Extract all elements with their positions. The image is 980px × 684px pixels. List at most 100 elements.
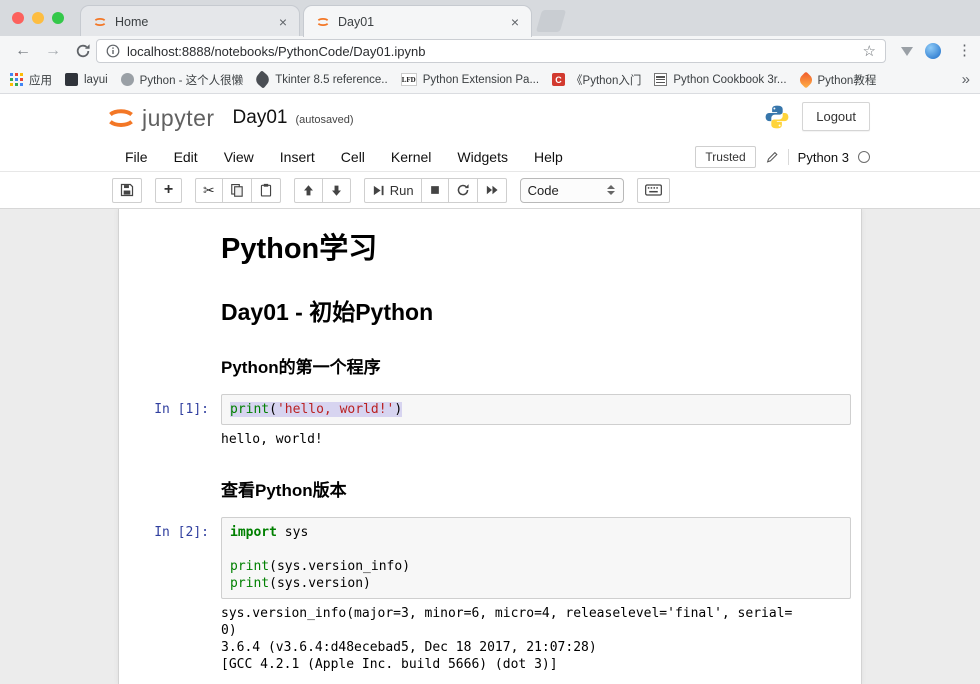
bookmark-python-intro[interactable]: C 《Python入门 (552, 72, 641, 88)
reload-icon[interactable] (72, 43, 94, 66)
code-token: 'hello, world!' (277, 402, 394, 417)
edit-mode-pencil-icon (765, 150, 779, 164)
close-window-button[interactable] (12, 12, 24, 24)
notebook-title[interactable]: Day01 (233, 107, 288, 129)
code-token: sys (277, 525, 308, 540)
cut-cell-button[interactable]: ✂ (195, 178, 223, 203)
address-bar[interactable]: localhost:8888/notebooks/PythonCode/Day0… (96, 39, 886, 63)
bookmark-label: Python - 这个人很懒 (140, 72, 244, 88)
menu-view[interactable]: View (211, 142, 267, 172)
menu-edit[interactable]: Edit (161, 142, 211, 172)
menu-file[interactable]: File (112, 142, 161, 172)
tab-strip: Home × Day01 × (0, 0, 980, 36)
scissors-icon: ✂ (203, 183, 215, 197)
close-tab-icon[interactable]: × (279, 15, 287, 29)
bookmarks-bar: 应用 layui Python - 这个人很懒 Tkinter 8.5 refe… (0, 66, 980, 94)
code-editor[interactable]: import sys print(sys.version_info) print… (221, 517, 851, 599)
heading-2: Day01 - 初始Python (221, 293, 851, 327)
code-token: ( (269, 402, 277, 417)
save-button[interactable] (112, 178, 142, 203)
menu-kernel[interactable]: Kernel (378, 142, 444, 172)
new-tab-button[interactable] (536, 10, 566, 32)
move-cell-up-button[interactable] (294, 178, 323, 203)
arrow-down-icon (330, 184, 343, 197)
restart-run-all-button[interactable] (477, 178, 507, 203)
code-cell-2[interactable]: In [2]: import sys print(sys.version_inf… (119, 513, 861, 603)
markdown-cell-title[interactable]: Python学习 (119, 215, 861, 281)
url-text[interactable]: localhost:8888/notebooks/PythonCode/Day0… (127, 44, 856, 59)
extension-flag-icon[interactable] (901, 47, 913, 56)
markdown-cell-section2[interactable]: 查看Python版本 (119, 462, 861, 513)
python-logo-icon (764, 104, 790, 130)
code-editor[interactable]: print('hello, world!') (221, 394, 851, 425)
markdown-cell-subtitle[interactable]: Day01 - 初始Python (119, 281, 861, 339)
menu-insert[interactable]: Insert (267, 142, 328, 172)
forward-icon[interactable]: → (42, 40, 64, 62)
bookmark-label: 《Python入门 (571, 72, 641, 88)
bookmark-cookbook[interactable]: Python Cookbook 3r... (654, 73, 786, 86)
browser-window: Home × Day01 × ← → (0, 0, 980, 684)
bookmark-label: layui (84, 74, 108, 86)
copy-icon (230, 183, 244, 197)
extension-globe-icon[interactable] (925, 43, 941, 59)
bookmark-layui[interactable]: layui (65, 73, 108, 86)
restart-kernel-button[interactable] (448, 178, 478, 203)
output-text: [GCC 4.2.1 (Apple Inc. build 5666) (dot … (221, 656, 851, 673)
jupyter-wordmark[interactable]: jupyter (142, 105, 215, 132)
menu-help[interactable]: Help (521, 142, 576, 172)
zoom-window-button[interactable] (52, 12, 64, 24)
code-cell-1[interactable]: In [1]: print('hello, world!') (119, 390, 861, 429)
cell-type-value: Code (528, 183, 607, 198)
browser-menu-icon[interactable]: ⋮ (957, 40, 972, 62)
output-text: 0) (221, 622, 851, 639)
logout-button[interactable]: Logout (802, 102, 870, 131)
bookmark-tkinter[interactable]: Tkinter 8.5 reference.. (256, 73, 388, 86)
kernel-name[interactable]: Python 3 (798, 150, 849, 165)
jupyter-logo-icon (106, 103, 136, 133)
tab-day01[interactable]: Day01 × (303, 5, 532, 37)
bookmark-apps[interactable]: 应用 (10, 72, 52, 88)
jupyter-favicon-icon (93, 15, 107, 29)
close-tab-icon[interactable]: × (511, 15, 519, 29)
heading-3: Python的第一个程序 (221, 353, 851, 378)
prompt-spacer (119, 285, 221, 335)
page-info-icon[interactable] (106, 44, 120, 58)
menu-cell[interactable]: Cell (328, 142, 378, 172)
code-token: print (230, 576, 269, 591)
paste-cell-button[interactable] (251, 178, 281, 203)
jupyter-favicon-icon (316, 15, 330, 29)
book-favicon (654, 73, 667, 86)
run-label: Run (390, 183, 414, 198)
bookmark-star-icon[interactable]: ☆ (863, 44, 876, 59)
cell-type-select[interactable]: Code (520, 178, 624, 203)
interrupt-kernel-button[interactable] (421, 178, 449, 203)
run-cell-button[interactable]: Run (364, 178, 422, 203)
add-cell-button[interactable]: + (155, 178, 182, 203)
notebook-page: Python学习 Day01 - 初始Python Python的第一个程序 I… (118, 209, 862, 684)
trusted-button[interactable]: Trusted (695, 146, 755, 168)
menu-widgets[interactable]: Widgets (444, 142, 521, 172)
apps-grid-icon (10, 73, 23, 86)
tab-title: Day01 (338, 15, 503, 29)
move-cell-down-button[interactable] (322, 178, 351, 203)
command-palette-button[interactable] (637, 178, 670, 203)
blank-code-line (230, 541, 842, 558)
code-token: (sys.version) (269, 576, 371, 591)
run-icon (372, 184, 385, 197)
output-text: 3.6.4 (v3.6.4:d48ecebad5, Dec 18 2017, 2… (221, 639, 851, 656)
bookmark-label: Tkinter 8.5 reference.. (275, 74, 388, 86)
code-token: print (230, 559, 269, 574)
bookmark-python-tutorial[interactable]: Python教程 (800, 72, 877, 88)
tab-home[interactable]: Home × (80, 5, 300, 37)
bookmarks-overflow-icon[interactable]: » (962, 71, 970, 88)
output-text: sys.version_info(major=3, minor=6, micro… (221, 605, 851, 622)
tab-title: Home (115, 15, 271, 29)
back-icon[interactable]: ← (12, 40, 34, 62)
copy-cell-button[interactable] (222, 178, 252, 203)
minimize-window-button[interactable] (32, 12, 44, 24)
bookmark-lfd[interactable]: LFD Python Extension Pa... (401, 73, 539, 86)
bookmark-python-blog[interactable]: Python - 这个人很懒 (121, 72, 244, 88)
markdown-cell-section1[interactable]: Python的第一个程序 (119, 339, 861, 390)
divider (788, 149, 789, 165)
fast-forward-icon (485, 184, 499, 196)
